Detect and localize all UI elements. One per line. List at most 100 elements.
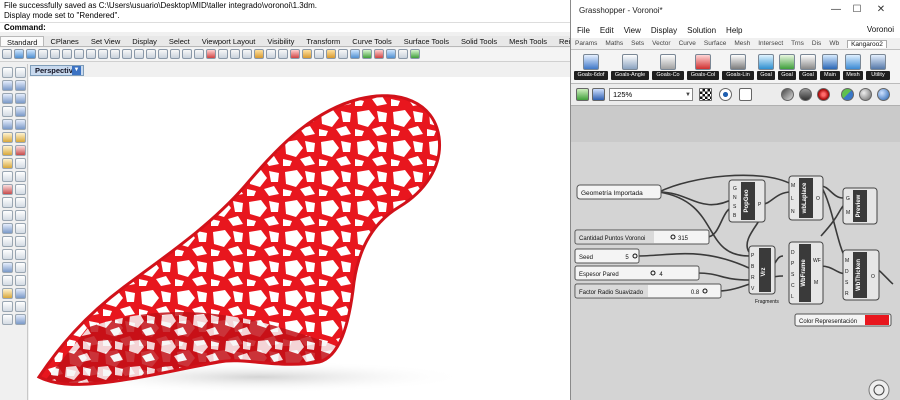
object-properties-icon[interactable] [314,49,324,59]
tab-maths[interactable]: Maths [605,40,623,47]
rotate-icon[interactable] [2,223,13,234]
goals-6dof-group[interactable]: Goals-6dof [574,54,608,82]
sketch-pen-icon[interactable] [739,88,752,101]
paste-icon[interactable] [86,49,96,59]
mesh-icon[interactable] [15,158,26,169]
layer-icon[interactable] [278,49,288,59]
block-icon[interactable] [15,262,26,273]
mirror-icon[interactable] [2,236,13,247]
pipe-icon[interactable] [15,314,26,325]
goals-angle-group[interactable]: Goals-Angle [611,54,649,82]
display-mode-icon[interactable] [841,88,854,101]
zoom-extents-icon[interactable] [699,88,712,101]
select-arrow-icon[interactable] [2,67,13,78]
zoom-icon[interactable] [134,49,144,59]
undo-icon[interactable] [98,49,108,59]
input-port-m[interactable]: M [791,183,795,189]
mesh-quality-icon[interactable] [859,88,872,101]
menu-view[interactable]: View [624,26,641,35]
menu-edit[interactable]: Edit [600,26,614,35]
tab-visibility[interactable]: Visibility [261,36,300,46]
polygon-icon[interactable] [15,106,26,117]
tab-surface[interactable]: Surface [704,40,726,47]
viewport-menu-chevron-icon[interactable]: ▼ [72,66,81,75]
input-port-l[interactable]: L [791,294,794,300]
input-port-r[interactable]: R [845,291,849,297]
component-preview[interactable]: Preview [856,194,862,217]
transform-icon[interactable] [2,314,13,325]
tab-dis[interactable]: Dis [812,40,821,47]
tab-select[interactable]: Select [163,36,196,46]
preview-selected-icon[interactable] [817,88,830,101]
trim-icon[interactable] [15,171,26,182]
zoom-extents-icon[interactable] [158,49,168,59]
close-button[interactable]: ✕ [874,4,888,16]
tab-standard[interactable]: Standard [0,36,45,47]
input-port-l[interactable]: L [791,196,794,202]
open-document-icon[interactable] [576,88,589,101]
input-port-g[interactable]: G [846,196,850,202]
goals-col-group[interactable]: Goals-Col [687,54,719,82]
sphere-icon[interactable] [15,132,26,143]
utility-group[interactable]: Utility [866,54,890,82]
output-port-o[interactable]: O [871,274,875,280]
tab-cplanes[interactable]: CPlanes [44,36,84,46]
document-name[interactable]: Voronoi [867,25,894,34]
scale-icon[interactable] [15,223,26,234]
component-wblaplace[interactable]: wbLaplace [802,182,808,214]
main-group[interactable]: Main [820,54,840,82]
menu-display[interactable]: Display [651,26,677,35]
copy-object-icon[interactable] [15,210,26,221]
cut-icon[interactable] [62,49,72,59]
save-document-icon[interactable] [592,88,605,101]
group-icon[interactable] [2,275,13,286]
menu-solution[interactable]: Solution [687,26,716,35]
record-icon[interactable] [374,49,384,59]
array-icon[interactable] [15,236,26,247]
input-port-d[interactable]: D [845,269,849,275]
render-icon[interactable] [338,49,348,59]
dimension-icon[interactable] [2,249,13,260]
save-icon[interactable] [26,49,36,59]
output-port-m[interactable]: M [814,280,818,286]
grid-icon[interactable] [242,49,252,59]
input-port-m[interactable]: M [845,258,849,264]
viewport-tab-perspective[interactable]: Perspective ▼ [30,65,84,76]
analyze-icon[interactable] [2,262,13,273]
tab-params[interactable]: Params [575,40,597,47]
tab-surface-tools[interactable]: Surface Tools [398,36,455,46]
minimize-button[interactable]: — [829,4,843,16]
text-icon[interactable] [15,249,26,260]
output-port-wf[interactable]: WF [813,258,821,264]
sun-icon[interactable] [398,49,408,59]
loft-icon[interactable] [15,119,26,130]
sub-d-icon[interactable] [2,288,13,299]
arc-icon[interactable] [15,93,26,104]
goals-co-group[interactable]: Goals-Co [652,54,684,82]
environment-icon[interactable] [362,49,372,59]
offset-icon[interactable] [15,197,26,208]
goals-lin-group[interactable]: Goals-Lin [722,54,754,82]
open-file-icon[interactable] [14,49,24,59]
shaded-icon[interactable] [206,49,216,59]
properties-icon[interactable] [50,49,60,59]
output-port-fragments[interactable]: Fragments [755,299,779,305]
tools-icon[interactable] [15,288,26,299]
zoom-window-icon[interactable] [146,49,156,59]
box-icon[interactable] [2,132,13,143]
tab-trns[interactable]: Trns [791,40,804,47]
rotate-view-icon[interactable] [122,49,132,59]
fillet-icon[interactable] [2,171,13,182]
help-icon[interactable] [386,49,396,59]
material-icon[interactable] [302,49,312,59]
globe-icon[interactable] [877,88,890,101]
preview-eye-icon[interactable] [719,88,732,101]
extrude-icon[interactable] [2,158,13,169]
navigation-compass-icon[interactable] [868,379,890,400]
grasshopper-canvas[interactable]: Geometría Importada Cantidad Puntos Voro… [571,106,900,400]
grasshopper-icon[interactable] [410,49,420,59]
boolean-icon[interactable] [15,145,26,156]
tab-sets[interactable]: Sets [631,40,644,47]
component-vrz[interactable]: Vrz [761,267,767,276]
tab-wb[interactable]: Wb [829,40,839,47]
